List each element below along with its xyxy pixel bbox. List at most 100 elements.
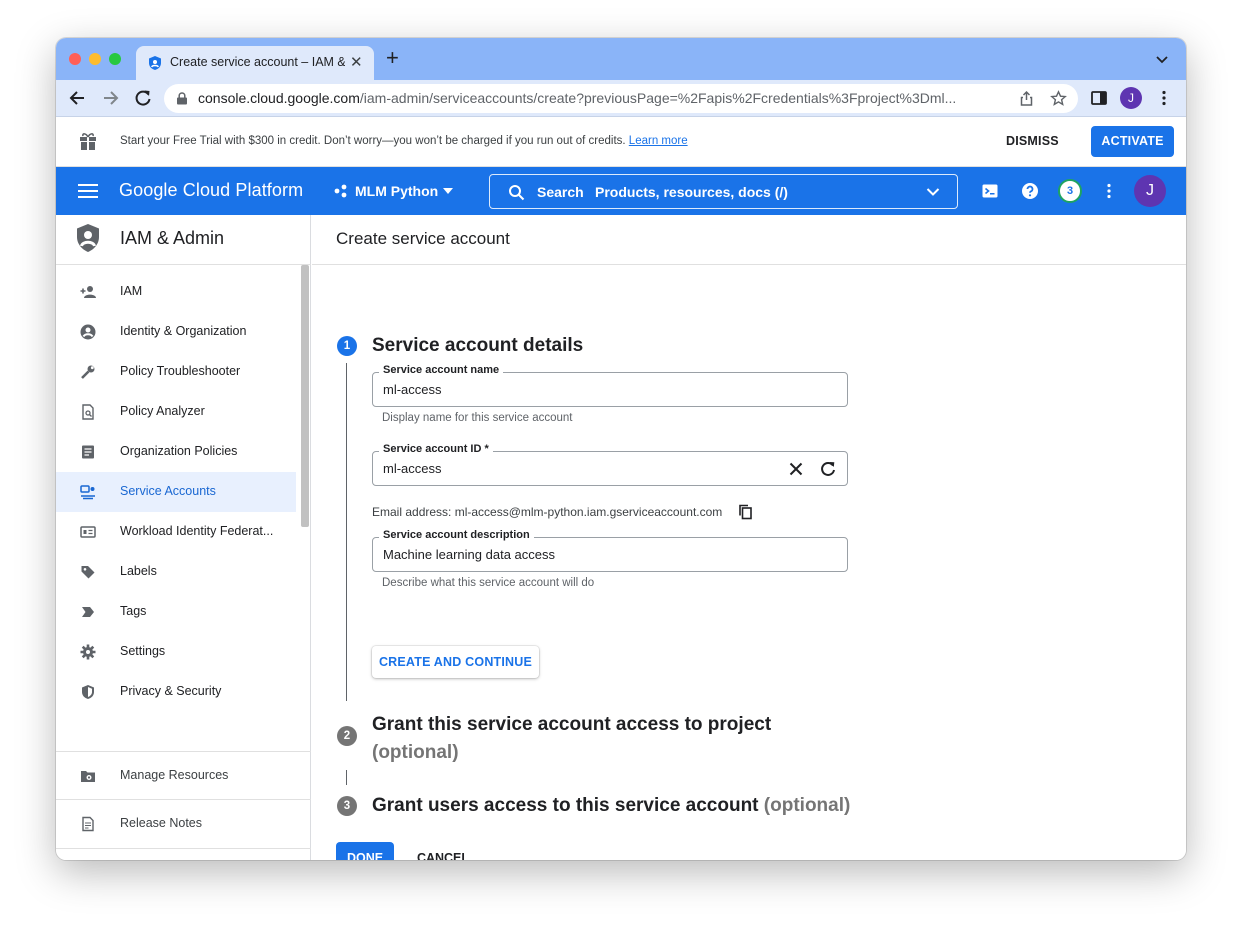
sidebar-title: IAM & Admin — [120, 228, 225, 248]
browser-profile-avatar[interactable]: J — [1120, 87, 1142, 109]
avatar[interactable]: J — [1134, 175, 1166, 207]
browser-tab[interactable]: Create service account – IAM & Admin ✕ — [136, 46, 374, 80]
sidebar-header: IAM & Admin — [56, 215, 311, 265]
sidebar-item-policy-analyzer[interactable]: Policy Analyzer — [56, 392, 296, 432]
share-icon[interactable] — [1018, 90, 1035, 107]
search-bar[interactable]: Search Products, resources, docs (/) — [489, 174, 958, 209]
shield-icon — [149, 56, 161, 70]
page-title: Create service account — [336, 229, 510, 248]
step-1-number: 1 — [337, 336, 357, 356]
copy-icon[interactable] — [738, 504, 753, 520]
side-panel-icon[interactable] — [1090, 89, 1108, 107]
tab-close-icon[interactable]: ✕ — [350, 53, 363, 71]
release-notes-icon — [82, 816, 94, 832]
sidebar-scrollbar[interactable] — [301, 265, 309, 527]
done-button[interactable]: DONE — [336, 842, 394, 860]
wrench-icon — [81, 365, 95, 379]
sidebar: IAM & Admin IAM Identity & Organization — [56, 215, 311, 860]
url-text: console.cloud.google.com/iam-admin/servi… — [198, 90, 957, 106]
sidebar-item-iam[interactable]: IAM — [56, 272, 296, 312]
field-hint: Describe what this service account will … — [382, 577, 595, 589]
tab-strip: Create service account – IAM & Admin ✕ + — [56, 38, 1186, 80]
chevron-down-icon[interactable] — [926, 186, 940, 198]
sidebar-item-manage-resources[interactable]: Manage Resources — [56, 756, 296, 796]
tag-icon — [82, 607, 94, 617]
clear-icon[interactable] — [787, 460, 805, 478]
service-account-id-field[interactable]: Service account ID * — [372, 443, 848, 486]
service-account-name-input[interactable] — [383, 382, 773, 397]
project-icon — [334, 184, 347, 198]
service-account-icon — [80, 485, 95, 500]
create-and-continue-button[interactable]: CREATE AND CONTINUE — [372, 646, 539, 678]
sidebar-item-service-accounts[interactable]: Service Accounts — [56, 472, 296, 512]
folder-gear-icon — [81, 771, 95, 782]
chevron-down-icon[interactable] — [1154, 51, 1170, 67]
new-tab-button[interactable]: + — [386, 47, 399, 69]
dismiss-button[interactable]: DISMISS — [1006, 134, 1059, 148]
sidebar-item-identity-organization[interactable]: Identity & Organization — [56, 312, 296, 352]
step-3-title[interactable]: Grant users access to this service accou… — [372, 795, 850, 817]
service-account-description-field[interactable]: Service account description — [372, 529, 848, 572]
search-placeholder: Products, resources, docs (/) — [595, 184, 788, 200]
shield-icon — [82, 685, 94, 699]
learn-more-link[interactable]: Learn more — [629, 135, 688, 147]
refresh-icon[interactable] — [819, 460, 837, 478]
step-2-title[interactable]: Grant this service account access to pro… — [372, 711, 771, 767]
sidebar-item-release-notes[interactable]: Release Notes — [56, 804, 296, 844]
reload-icon[interactable] — [133, 88, 153, 108]
step-2-number: 2 — [337, 726, 357, 746]
sidebar-item-policy-troubleshooter[interactable]: Policy Troubleshooter — [56, 352, 296, 392]
lock-icon — [177, 92, 187, 105]
sidebar-item-settings[interactable]: Settings — [56, 632, 296, 672]
product-title[interactable]: Google Cloud Platform — [119, 180, 303, 201]
sidebar-divider — [56, 848, 311, 849]
email-address-text: Email address: ml-access@mlm-python.iam.… — [372, 505, 723, 519]
more-vert-icon[interactable] — [1100, 182, 1118, 200]
sidebar-item-tags[interactable]: Tags — [56, 592, 296, 632]
cancel-button[interactable]: CANCEL — [408, 842, 478, 860]
tab-title: Create service account – IAM & Admin — [170, 55, 345, 69]
service-account-description-input[interactable] — [383, 547, 773, 562]
service-account-id-input[interactable] — [383, 461, 763, 476]
back-arrow-icon[interactable] — [68, 88, 88, 108]
activate-button[interactable]: ACTIVATE — [1091, 126, 1174, 157]
field-label: Service account description — [379, 529, 534, 541]
forward-arrow-icon[interactable] — [100, 88, 120, 108]
sidebar-item-labels[interactable]: Labels — [56, 552, 296, 592]
help-icon[interactable] — [1021, 182, 1039, 200]
iam-shield-icon — [77, 224, 99, 252]
list-document-icon — [82, 445, 94, 459]
cloud-shell-icon[interactable] — [981, 182, 999, 200]
field-hint: Display name for this service account — [382, 412, 573, 424]
banner-message: Start your Free Trial with $300 in credi… — [120, 135, 688, 147]
step-1-title[interactable]: Service account details — [372, 335, 583, 357]
search-icon — [509, 185, 525, 201]
sidebar-item-workload-identity-federation[interactable]: Workload Identity Federat... — [56, 512, 296, 552]
address-bar[interactable]: console.cloud.google.com/iam-admin/servi… — [164, 84, 1078, 113]
label-icon — [81, 566, 95, 579]
sidebar-divider — [56, 799, 311, 800]
project-dropdown-caret-icon[interactable] — [443, 188, 453, 194]
id-card-icon — [80, 526, 96, 538]
maximize-window-button[interactable] — [109, 53, 121, 65]
search-label: Search — [537, 184, 584, 200]
sidebar-divider — [56, 751, 311, 752]
sidebar-item-privacy-security[interactable]: Privacy & Security — [56, 672, 296, 712]
field-label: Service account name — [379, 364, 504, 376]
sidebar-item-organization-policies[interactable]: Organization Policies — [56, 432, 296, 472]
more-vert-icon[interactable] — [1155, 89, 1173, 107]
close-window-button[interactable] — [69, 53, 81, 65]
browser-toolbar: console.cloud.google.com/iam-admin/servi… — [56, 80, 1186, 117]
bookmark-star-icon[interactable] — [1050, 90, 1067, 107]
notifications-badge[interactable]: 3 — [1058, 179, 1082, 203]
main-content: Create service account 1 Service account… — [312, 215, 1186, 860]
step-connector-line — [346, 770, 347, 785]
person-add-icon — [80, 286, 96, 298]
step-3-number: 3 — [337, 796, 357, 816]
service-account-name-field[interactable]: Service account name — [372, 364, 848, 407]
minimize-window-button[interactable] — [89, 53, 101, 65]
menu-icon[interactable] — [78, 183, 98, 199]
project-selector[interactable]: MLM Python — [355, 183, 438, 199]
field-label: Service account ID * — [379, 443, 493, 455]
document-search-icon — [82, 404, 94, 420]
